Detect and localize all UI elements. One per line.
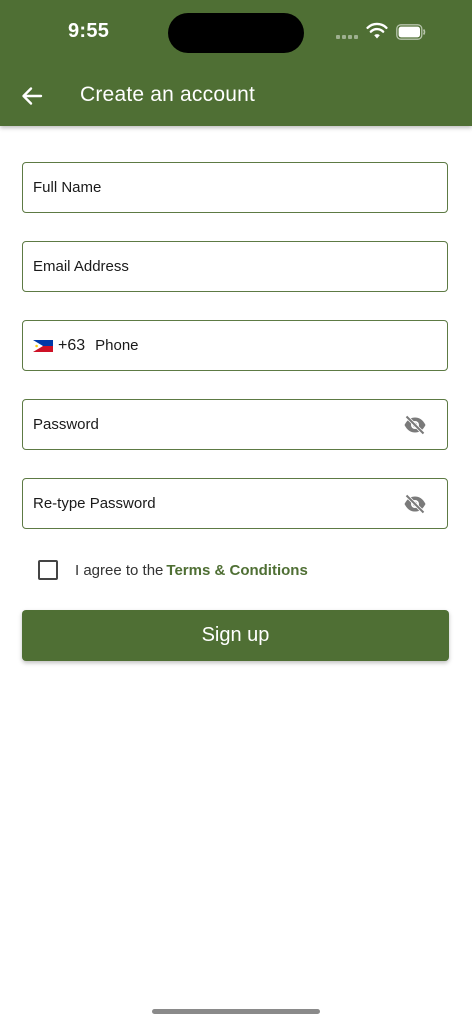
- wifi-icon: [366, 22, 388, 39]
- agree-text: I agree to the: [75, 561, 164, 579]
- dial-code: +63: [58, 336, 86, 354]
- retype-password-visibility-toggle[interactable]: [395, 484, 435, 524]
- signup-button[interactable]: Sign up: [22, 610, 449, 661]
- terms-agreement-row: I agree to the Terms & Conditions: [38, 560, 308, 580]
- retype-password-input[interactable]: [23, 479, 395, 528]
- status-time: 9:55: [68, 20, 110, 42]
- home-indicator: [152, 1009, 320, 1014]
- dynamic-island: [168, 13, 304, 53]
- full-name-input[interactable]: [23, 163, 447, 212]
- philippines-flag-icon: [33, 339, 53, 352]
- battery-icon: [396, 24, 426, 40]
- arrow-left-icon: [22, 87, 43, 105]
- page-title: Create an account: [80, 83, 256, 106]
- retype-password-field: [22, 478, 448, 529]
- country-code-selector[interactable]: +63: [23, 321, 85, 370]
- cellular-signal-icon: [336, 35, 358, 39]
- password-input[interactable]: [23, 400, 395, 449]
- email-field: [22, 241, 448, 292]
- password-field: [22, 399, 448, 450]
- email-input[interactable]: [23, 242, 447, 291]
- phone-input[interactable]: [85, 321, 447, 370]
- terms-conditions-link[interactable]: Terms & Conditions: [166, 562, 307, 579]
- password-visibility-toggle[interactable]: [395, 405, 435, 445]
- eye-off-icon: [404, 414, 426, 435]
- phone-field: +63: [22, 320, 448, 371]
- back-button[interactable]: [16, 80, 48, 112]
- full-name-field: [22, 162, 448, 213]
- terms-checkbox[interactable]: [38, 560, 58, 580]
- eye-off-icon: [404, 493, 426, 514]
- app-header: 9:55 Create an account: [0, 0, 472, 126]
